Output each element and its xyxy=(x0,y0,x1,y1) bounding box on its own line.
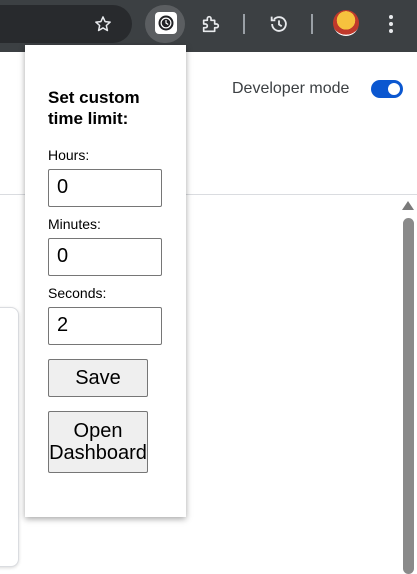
popup-title: Set custom time limit: xyxy=(48,88,140,128)
developer-mode-toggle[interactable] xyxy=(371,80,403,98)
developer-mode-label: Developer mode xyxy=(232,80,350,97)
avatar[interactable] xyxy=(333,10,359,36)
star-icon[interactable] xyxy=(89,10,117,38)
open-dashboard-button[interactable]: Open Dashboard xyxy=(48,411,148,473)
more-vert-icon[interactable] xyxy=(377,10,405,38)
toggle-knob xyxy=(388,83,400,95)
seconds-label: Seconds: xyxy=(48,285,107,301)
extension-card xyxy=(0,307,19,567)
puzzle-icon[interactable] xyxy=(197,10,225,38)
seconds-input[interactable]: 2 xyxy=(48,307,162,345)
history-icon[interactable] xyxy=(265,10,293,38)
extension-popup: Set custom time limit: Hours: 0 Minutes:… xyxy=(25,45,186,517)
scroll-up-arrow-icon[interactable] xyxy=(402,201,414,210)
save-button[interactable]: Save xyxy=(48,359,148,397)
hours-input[interactable]: 0 xyxy=(48,169,162,207)
timer-extension-icon[interactable] xyxy=(155,12,177,34)
scrollbar-thumb[interactable] xyxy=(403,218,414,574)
minutes-label: Minutes: xyxy=(48,216,101,232)
toolbar-divider xyxy=(243,14,245,34)
toolbar-divider xyxy=(311,14,313,34)
minutes-input[interactable]: 0 xyxy=(48,238,162,276)
hours-label: Hours: xyxy=(48,147,90,163)
